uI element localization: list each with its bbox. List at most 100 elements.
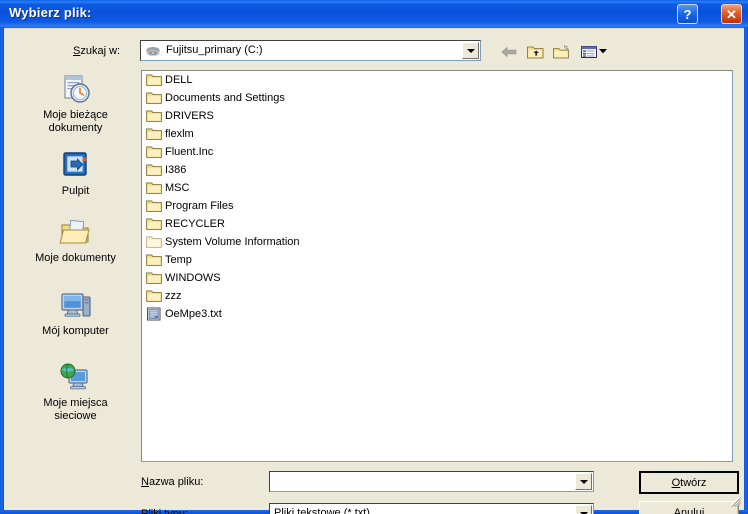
chevron-down-icon [579,479,588,484]
chevron-down-icon[interactable] [598,47,608,55]
cancel-button[interactable]: Anuluj [639,501,739,514]
network-places-icon [60,363,88,390]
list-item-label: MSC [165,182,190,194]
create-new-folder-button[interactable] [550,41,573,63]
open-button[interactable]: Otwórz [639,471,739,494]
list-item-label: DELL [165,74,193,86]
folder-icon [146,254,162,266]
list-item-label: Program Files [165,200,234,212]
question-mark-icon: ? [683,6,692,22]
list-item-label: Documents and Settings [165,92,285,104]
list-item[interactable]: System Volume Information [142,233,732,251]
help-button[interactable]: ? [677,4,698,24]
list-item[interactable]: Fluent.Inc [142,143,732,161]
file-name-combobox[interactable] [269,471,594,492]
list-item-label: Fluent.Inc [165,146,214,158]
file-name-label: Nazwa pliku: [141,476,203,488]
close-button[interactable]: ✕ [721,4,742,24]
look-in-dropdown-button[interactable] [462,42,479,59]
views-icon [581,46,597,58]
drive-icon [146,47,160,57]
list-item[interactable]: MSC [142,179,732,197]
new-folder-icon [553,44,569,59]
file-name-dropdown-button[interactable] [575,473,592,490]
list-item-label: WINDOWS [165,272,221,284]
list-item[interactable]: zzz [142,287,732,305]
list-item[interactable]: Temp [142,251,732,269]
list-item-label: Temp [165,254,192,266]
my-documents-icon [58,219,90,244]
list-item-label: DRIVERS [165,110,214,122]
sidebar-item-label-line2: dokumenty [48,122,103,134]
sidebar-item-label: Mój komputer [42,325,109,337]
folder-icon [146,110,162,122]
sidebar-item-desktop[interactable]: Pulpit [12,149,139,198]
sidebar-item-network-places[interactable]: Moje miejsca sieciowe [12,361,139,423]
list-item-label: zzz [165,290,182,302]
folder-icon [146,218,162,230]
look-in-label: Szukaj w: [73,45,120,57]
folder-up-icon [527,46,544,59]
desktop-icon [62,152,87,176]
list-item[interactable]: WINDOWS [142,269,732,287]
chevron-down-icon [466,48,475,53]
views-button[interactable] [578,41,612,63]
resize-grip[interactable] [727,493,741,507]
file-name-label-text: azwa pliku: [148,476,204,488]
folder-icon [146,200,162,212]
my-computer-icon [60,293,91,317]
window-title: Wybierz plik: [9,5,92,20]
file-type-combobox[interactable]: Pliki tekstowe (*.txt) [269,503,594,514]
folder-icon [146,92,162,104]
list-item-label: I386 [165,164,187,176]
open-button-label: Otwórz [671,476,707,489]
recent-documents-icon [64,75,90,103]
folder-icon [146,164,162,176]
list-item-label: RECYCLER [165,218,225,230]
list-item[interactable]: DRIVERS [142,107,732,125]
close-icon: ✕ [726,6,737,22]
list-item[interactable]: DELL [142,71,732,89]
folder-icon [146,74,162,86]
list-item[interactable]: Program Files [142,197,732,215]
sidebar-item-my-documents[interactable]: Moje dokumenty [12,216,139,265]
folder-icon [146,272,162,284]
list-item-label: OeMpe3.txt [165,308,222,320]
list-item[interactable]: flexlm [142,125,732,143]
file-type-dropdown-button[interactable] [575,505,592,514]
sidebar-item-label: Moje dokumenty [35,252,116,264]
file-list[interactable]: DELL Documents and Settings DRIVERS flex… [141,70,733,462]
back-arrow-icon [501,46,517,58]
places-bar: Moje bieżące dokumenty Pulpit Moje dokum… [12,73,139,463]
list-item-label: System Volume Information [165,236,300,248]
up-one-level-button[interactable] [524,41,547,63]
cancel-button-label: Anuluj [673,506,705,514]
sidebar-item-label: Moje miejsca [43,397,108,409]
folder-icon [146,236,162,248]
file-type-label: Pliki typu: [141,508,188,514]
file-type-label-text: liki typu: [148,508,189,514]
list-item[interactable]: Documents and Settings [142,89,732,107]
folder-icon [146,128,162,140]
dialog-body: Szukaj w: Fujitsu_primary (C:) Moje bież… [4,28,744,514]
text-file-icon [147,307,161,321]
window-frame-right [744,27,748,514]
file-type-value: Pliki tekstowe (*.txt) [274,507,370,514]
back-button[interactable] [498,41,521,63]
sidebar-item-label-line2: sieciowe [54,410,97,422]
file-open-dialog: Wybierz plik: ? ✕ Szukaj w: Fujitsu_prim… [0,0,748,514]
sidebar-item-recent-documents[interactable]: Moje bieżące dokumenty [12,73,139,135]
look-in-label-text: zukaj w: [80,45,121,57]
sidebar-item-label: Moje bieżące [43,109,108,121]
folder-icon [146,290,162,302]
look-in-combobox[interactable]: Fujitsu_primary (C:) [140,40,481,61]
list-item[interactable]: RECYCLER [142,215,732,233]
title-bar[interactable]: Wybierz plik: ? ✕ [0,0,748,28]
list-item[interactable]: I386 [142,161,732,179]
look-in-value: Fujitsu_primary (C:) [166,44,263,56]
folder-icon [146,182,162,194]
sidebar-item-my-computer[interactable]: Mój komputer [12,289,139,338]
list-item-label: flexlm [165,128,194,140]
list-item[interactable]: OeMpe3.txt [142,305,732,323]
folder-icon [146,146,162,158]
